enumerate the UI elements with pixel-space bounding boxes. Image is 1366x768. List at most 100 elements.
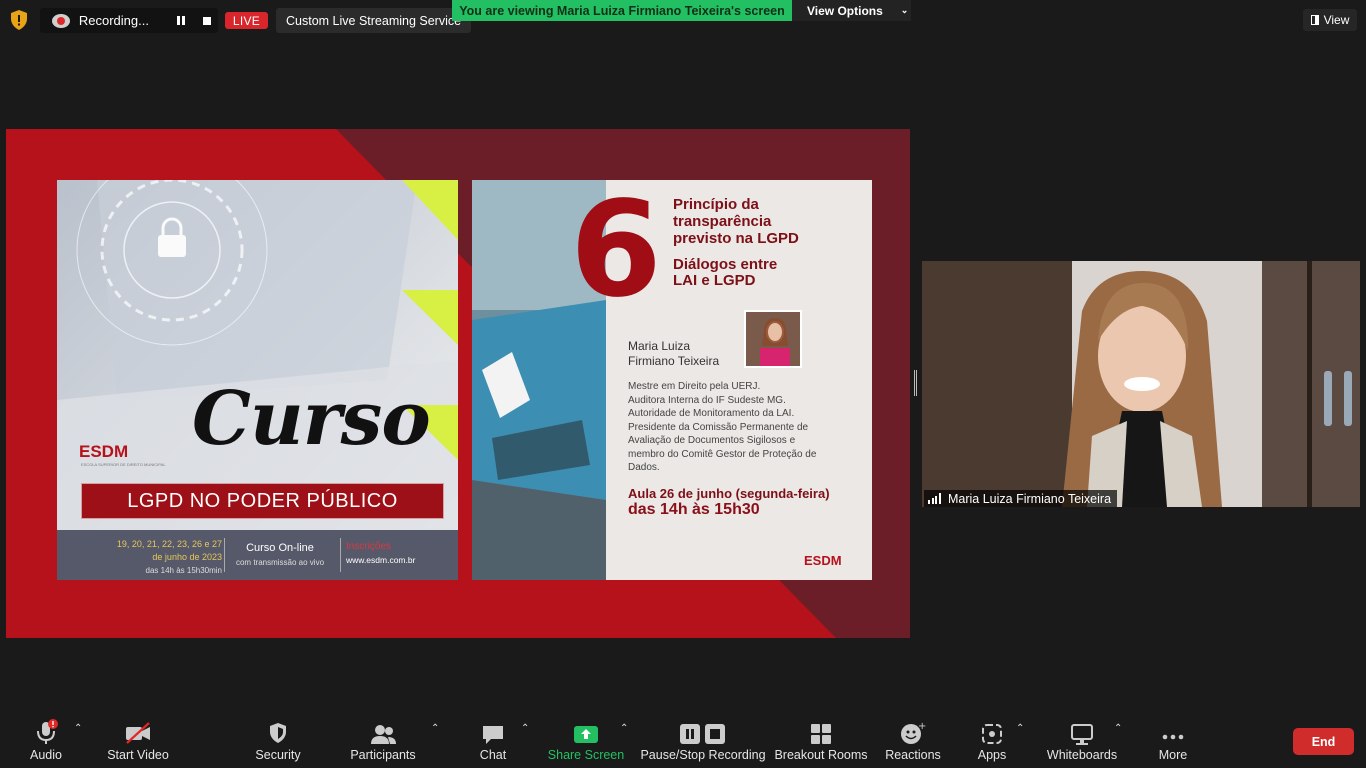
lesson-title-line-2: transparência	[673, 213, 772, 230]
security-label: Security	[255, 748, 301, 762]
speaker-name: Maria Luiza Firmiano Teixeira	[628, 339, 748, 369]
participant-video-image	[922, 261, 1360, 507]
registration-label: Inscrições	[346, 541, 392, 552]
lesson-title-line-3: previsto na LGPD	[673, 230, 799, 247]
participant-name: Maria Luiza Firmiano Teixeira	[948, 491, 1112, 506]
apps-options-caret[interactable]: ⌃	[1016, 723, 1024, 734]
lesson-card: 6 Princípio da transparência previsto na…	[472, 180, 872, 580]
audio-button[interactable]: Audio	[22, 713, 70, 768]
recording-icon	[52, 13, 70, 28]
lesson-title-line-1: Princípio da	[673, 196, 759, 213]
audio-label: Audio	[30, 748, 62, 762]
pause-stop-recording-button[interactable]: Pause/Stop Recording	[640, 713, 766, 768]
course-dates: 19, 20, 21, 22, 23, 26 e 27 de junho de …	[67, 538, 222, 577]
whiteboards-button[interactable]: Whiteboards	[1046, 713, 1118, 768]
dates-line-2: de junho de 2023	[152, 552, 222, 562]
speaker-photo	[744, 310, 802, 368]
resize-handle[interactable]	[914, 370, 917, 396]
reactions-icon: +	[901, 721, 926, 744]
shared-screen: Curso ESDM ESCOLA SUPERIOR DE DIREITO MU…	[6, 129, 910, 638]
svg-text:+: +	[918, 721, 926, 732]
view-button[interactable]: View	[1303, 9, 1357, 31]
course-banner: LGPD NO PODER PÚBLICO	[81, 483, 444, 519]
pause-recording-button[interactable]	[170, 11, 192, 31]
divider	[340, 538, 341, 572]
participants-icon	[371, 725, 396, 744]
apps-icon	[982, 724, 1002, 744]
registration-info: Inscrições www.esdm.com.br	[346, 541, 415, 565]
dates-line-1: 19, 20, 21, 22, 23, 26 e 27	[116, 539, 222, 549]
audio-options-caret[interactable]: ⌃	[74, 723, 82, 734]
lesson-schedule: Aula 26 de junho (segunda-feira) das 14h…	[628, 486, 830, 518]
shield-icon[interactable]	[9, 9, 29, 31]
stop-recording-button[interactable]	[196, 11, 218, 31]
esdm-logo: ESDM	[804, 553, 842, 568]
meeting-toolbar: Audio ⌃ Start Video Security Participant…	[0, 713, 1366, 768]
bio-line: membro do Comitê Gestor de Proteção de	[628, 448, 817, 460]
pause-icon	[177, 16, 181, 25]
chevron-down-icon: ⌄	[900, 5, 909, 15]
reactions-button[interactable]: + Reactions	[884, 713, 942, 768]
share-screen-options-caret[interactable]: ⌃	[620, 723, 628, 734]
breakout-rooms-button[interactable]: Breakout Rooms	[774, 713, 868, 768]
bio-line: Avaliação de Documentos Sigilosos e	[628, 435, 796, 446]
dates-line-3: das 14h às 15h30min	[145, 566, 223, 575]
share-screen-button[interactable]: Share Screen	[547, 713, 625, 768]
chat-icon	[483, 726, 503, 744]
video-off-icon	[126, 722, 150, 744]
pause-recording-icon	[680, 724, 725, 744]
more-label: More	[1158, 748, 1188, 762]
whiteboards-label: Whiteboards	[1046, 748, 1118, 762]
share-screen-label: Share Screen	[547, 748, 625, 762]
breakout-rooms-label: Breakout Rooms	[774, 748, 868, 762]
online-info: Curso On-line com transmissão ao vivo	[225, 542, 335, 567]
mic-icon	[37, 719, 58, 744]
apps-button[interactable]: Apps	[974, 713, 1010, 768]
viewing-screen-banner: You are viewing Maria Luiza Firmiano Tei…	[452, 0, 792, 21]
participants-button[interactable]: Participants	[350, 713, 416, 768]
bio-line: Autoridade de Monitoramento da LAI.	[628, 408, 795, 419]
recording-label: Recording...	[78, 13, 149, 28]
security-button[interactable]: Security	[252, 713, 304, 768]
chat-options-caret[interactable]: ⌃	[521, 723, 529, 734]
lesson-subtitle-line-1: Diálogos entre	[673, 256, 778, 273]
participants-options-caret[interactable]: ⌃	[431, 723, 439, 734]
esdm-logo-subtitle: ESCOLA SUPERIOR DE DIREITO MUNICIPAL	[81, 462, 166, 467]
bio-line: Dados.	[628, 462, 660, 473]
breakout-rooms-icon	[811, 724, 831, 744]
speaker-name-line-1: Maria Luiza	[628, 339, 691, 353]
stream-service-label[interactable]: Custom Live Streaming Service	[276, 8, 471, 33]
chat-button[interactable]: Chat	[473, 713, 513, 768]
chat-label: Chat	[479, 748, 507, 762]
whiteboards-options-caret[interactable]: ⌃	[1114, 723, 1122, 734]
course-title: Curso	[192, 376, 431, 462]
share-screen-icon	[574, 726, 598, 743]
online-title: Curso On-line	[246, 542, 314, 554]
stop-icon	[203, 16, 212, 25]
reactions-label: Reactions	[885, 748, 941, 762]
lesson-subtitle-line-2: LAI e LGPD	[673, 272, 756, 289]
speaker-name-line-2: Firmiano Teixeira	[628, 354, 720, 368]
bio-line: Mestre em Direito pela UERJ.	[628, 381, 761, 392]
signal-icon	[928, 493, 942, 504]
apps-label: Apps	[977, 748, 1007, 762]
whiteboards-icon	[1071, 724, 1093, 745]
participants-label: Participants	[350, 748, 416, 762]
online-subtitle: com transmissão ao vivo	[235, 558, 325, 567]
course-card: Curso ESDM ESCOLA SUPERIOR DE DIREITO MU…	[57, 180, 458, 580]
more-icon	[1162, 734, 1184, 740]
bio-line: Presidente da Comissão Permanente de	[628, 421, 809, 433]
esdm-logo: ESDM	[79, 442, 129, 461]
lesson-time: das 14h às 15h30	[628, 501, 760, 518]
view-icon	[1310, 15, 1319, 25]
speaker-bio: Mestre em Direito pela UERJ. Auditora In…	[628, 380, 850, 475]
start-video-button[interactable]: Start Video	[104, 713, 172, 768]
security-icon	[270, 723, 286, 743]
live-badge[interactable]: LIVE	[225, 12, 268, 29]
view-options-button[interactable]: View Options ⌄	[792, 0, 911, 21]
pause-stop-recording-label: Pause/Stop Recording	[640, 748, 766, 762]
recording-indicator: Recording...	[40, 8, 218, 33]
participant-video[interactable]	[922, 261, 1360, 507]
end-meeting-button[interactable]: End	[1293, 728, 1354, 755]
more-button[interactable]: More	[1152, 713, 1194, 768]
